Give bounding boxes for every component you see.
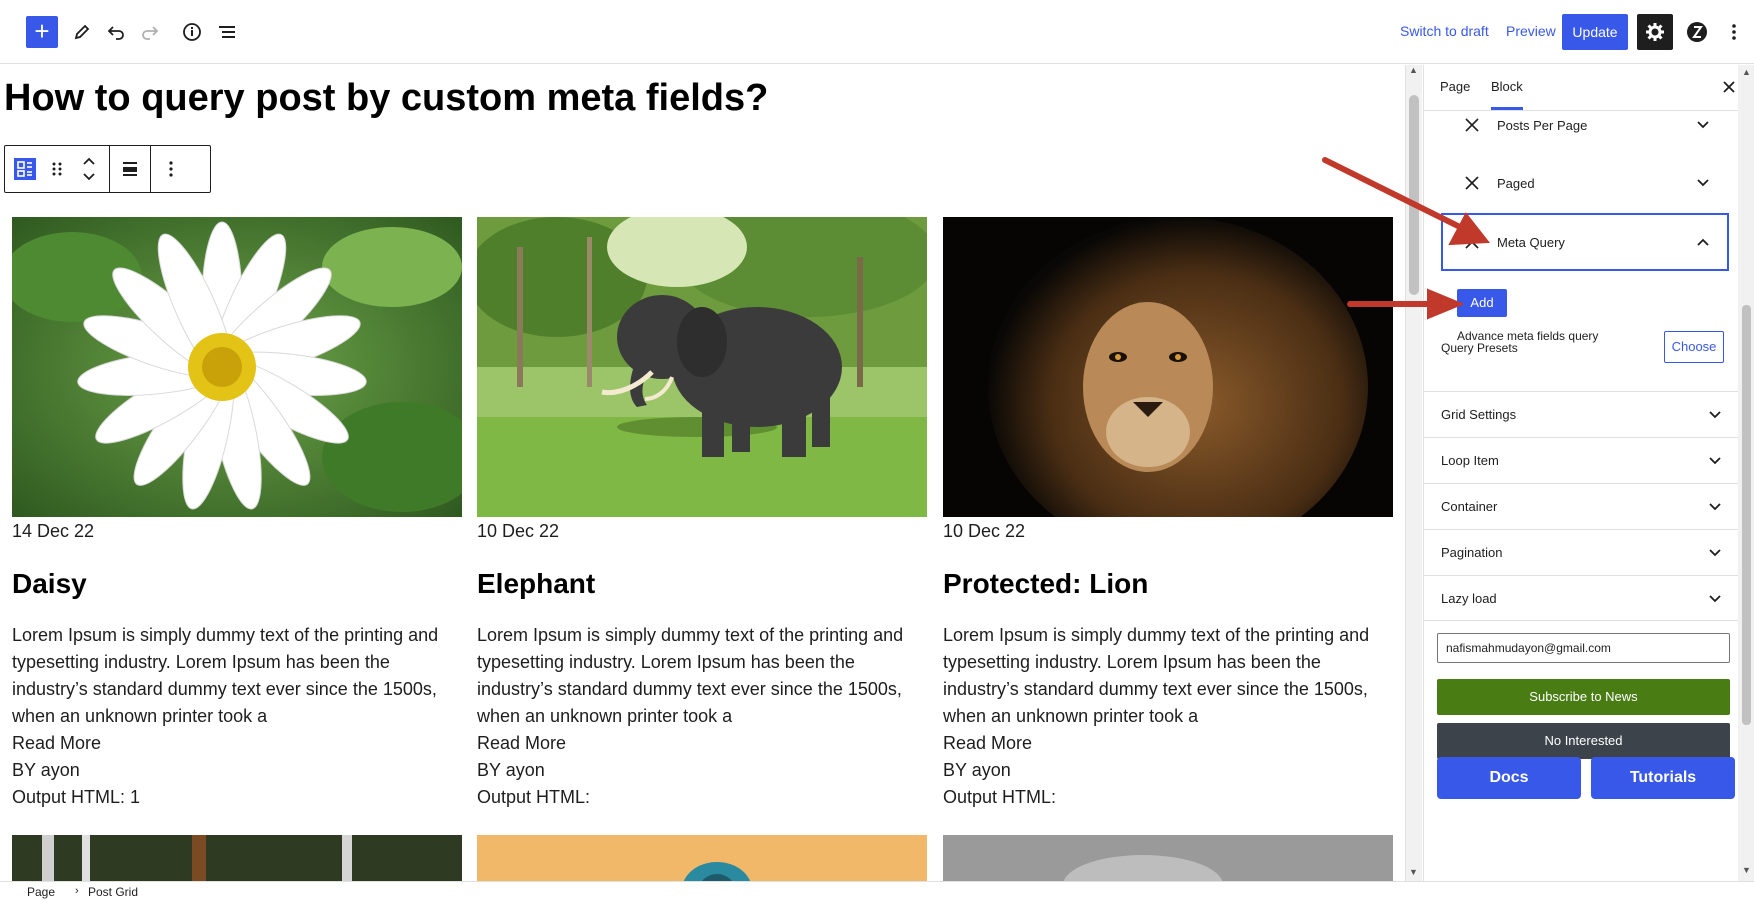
block-options-icon[interactable] [155,153,187,185]
panel-container[interactable]: Container [1424,483,1738,529]
read-more-link[interactable]: Read More [477,730,927,757]
chevron-down-icon [1709,407,1721,422]
forest-image[interactable] [12,835,462,881]
align-icon[interactable] [114,153,146,185]
post-author: BY ayon [12,760,80,780]
output-html: Output HTML: [943,787,1057,807]
breadcrumb: Page › Post Grid [0,881,1754,901]
page-title[interactable]: How to query post by custom meta fields? [4,77,768,120]
preview-link[interactable]: Preview [1506,23,1556,39]
post-excerpt: Lorem Ipsum is simply dummy text of the … [477,625,904,726]
chevron-right-icon: › [75,885,79,897]
add-meta-query-button[interactable]: Add [1457,289,1507,317]
scroll-up-icon[interactable]: ▲ [1742,67,1751,77]
output-html: Output HTML: [477,787,591,807]
panel-label: Container [1441,499,1498,514]
post-card: 10 Dec 22 Elephant Lorem Ipsum is simply… [477,217,927,811]
panel-label: Lazy load [1441,590,1497,606]
query-item-label: Paged [1497,175,1535,191]
editor-canvas: How to query post by custom meta fields? [0,65,1405,881]
elephant-image[interactable] [477,217,927,517]
chevron-down-icon[interactable] [1691,121,1715,129]
post-author: BY ayon [943,760,1011,780]
query-item-posts-per-page[interactable]: Posts Per Page [1441,97,1729,153]
chevron-down-icon [1709,545,1721,560]
add-block-button[interactable]: + [26,16,58,48]
panel-grid-settings[interactable]: Grid Settings [1424,391,1738,437]
read-more-link[interactable]: Read More [943,730,1393,757]
lion-image[interactable] [943,217,1393,517]
docs-button[interactable]: Docs [1437,757,1581,799]
settings-sidebar: Page Block Posts Per Page Paged Meta Que… [1423,65,1754,881]
tutorials-button[interactable]: Tutorials [1591,757,1735,799]
chevron-down-icon [1709,591,1721,606]
kebab-icon[interactable] [1720,18,1748,46]
remove-icon[interactable] [1461,118,1483,132]
daisy-image[interactable] [12,217,462,517]
read-more-link[interactable]: Read More [12,730,462,757]
sidebar-scrollbar[interactable]: ▲ ▼ [1738,65,1754,881]
panel-lazy-load[interactable]: Lazy load [1424,575,1738,621]
post-card: 10 Dec 22 Protected: Lion Lorem Ipsum is… [943,217,1393,811]
update-button[interactable]: Update [1562,14,1628,50]
query-presets-label: Query Presets [1441,341,1518,355]
post-excerpt: Lorem Ipsum is simply dummy text of the … [943,625,1370,726]
remove-icon[interactable] [1461,235,1483,249]
post-grid-block-icon[interactable] [9,153,41,185]
chevron-down-icon [1709,499,1721,514]
remove-icon[interactable] [1461,176,1483,190]
tab-page[interactable]: Page [1440,79,1470,94]
gear-icon [1646,23,1664,41]
redo-icon[interactable] [136,18,164,46]
post-date: 10 Dec 22 [477,521,560,541]
panel-loop-item[interactable]: Loop Item [1424,437,1738,483]
move-up-down-icon[interactable] [73,153,105,185]
subscribe-button[interactable]: Subscribe to News [1437,679,1730,715]
block-toolbar [4,145,211,193]
grey-image[interactable] [943,835,1393,881]
post-date: 10 Dec 22 [943,521,1026,541]
panel-label: Loop Item [1441,453,1499,468]
post-date: 14 Dec 22 [12,521,95,541]
post-title[interactable]: Elephant [477,568,927,600]
post-card: 14 Dec 22 Daisy Lorem Ipsum is simply du… [12,217,462,811]
list-view-icon[interactable] [214,18,242,46]
switch-to-draft-link[interactable]: Switch to draft [1400,23,1489,39]
plugin-icon[interactable] [1683,18,1711,46]
chevron-up-icon[interactable] [1691,238,1715,246]
output-html: Output HTML: 1 [12,787,141,807]
post-card-partial [477,835,927,881]
post-title[interactable]: Daisy [12,568,462,600]
panel-label: Grid Settings [1441,407,1517,422]
scroll-down-icon[interactable]: ▼ [1409,867,1418,877]
no-interest-button[interactable]: No Interested [1437,723,1730,759]
chevron-down-icon [1709,453,1721,468]
undo-icon[interactable] [102,18,130,46]
panel-pagination[interactable]: Pagination [1424,529,1738,575]
post-title[interactable]: Protected: Lion [943,568,1393,600]
query-item-label: Meta Query [1497,234,1565,250]
post-card-partial [12,835,462,881]
breadcrumb-item-post-grid[interactable]: Post Grid [88,885,138,899]
scroll-up-icon[interactable]: ▲ [1409,65,1418,75]
query-item-paged[interactable]: Paged [1441,155,1729,211]
post-card-partial [943,835,1393,881]
settings-button[interactable] [1637,14,1673,50]
chevron-down-icon[interactable] [1691,179,1715,187]
choose-preset-button[interactable]: Choose [1664,331,1724,363]
email-field[interactable] [1437,633,1730,663]
panel-label: Pagination [1441,545,1503,560]
breadcrumb-item-page[interactable]: Page [27,885,55,899]
editor-top-toolbar: + Switch to draft Preview Update [0,0,1754,64]
post-author: BY ayon [477,760,545,780]
pencil-icon[interactable] [68,18,96,46]
scroll-down-icon[interactable]: ▼ [1742,865,1751,875]
editor-scrollbar[interactable]: ▲ ▼ [1405,65,1422,881]
info-icon[interactable] [178,18,206,46]
post-excerpt: Lorem Ipsum is simply dummy text of the … [12,625,439,726]
query-item-label: Posts Per Page [1497,117,1588,133]
drag-handle-icon[interactable] [41,153,73,185]
bird-image[interactable] [477,835,927,881]
query-item-meta-query[interactable]: Meta Query [1441,213,1729,271]
